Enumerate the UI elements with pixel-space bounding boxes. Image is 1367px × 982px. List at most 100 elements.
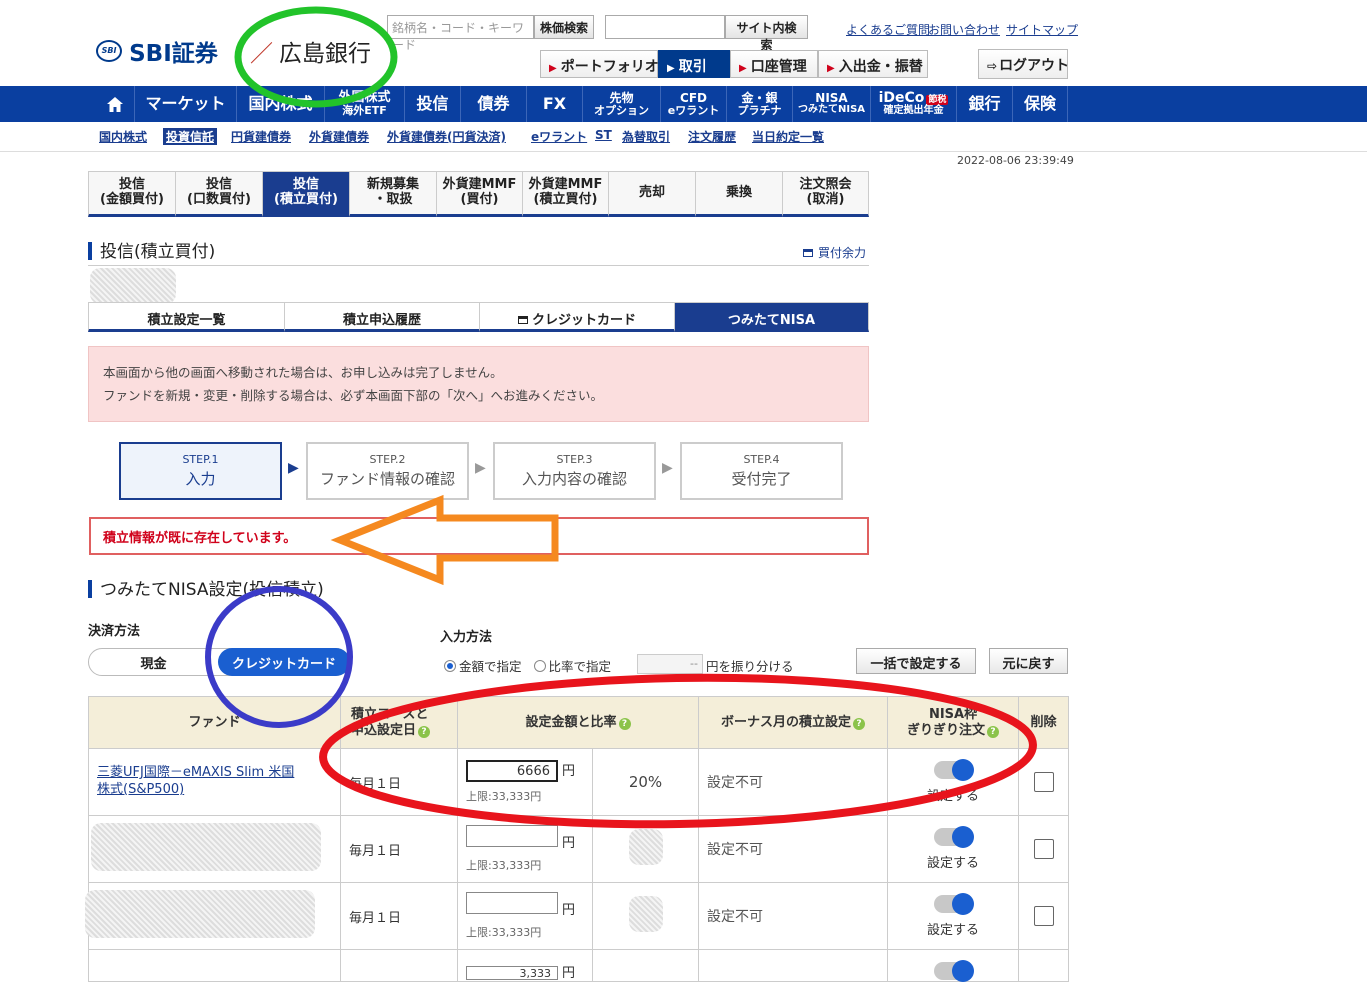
partner-bank-logo: ／広島銀行 [250, 34, 371, 68]
nisa-cell [887, 949, 1020, 982]
bulk-set-button[interactable]: 一括で設定する [856, 648, 976, 674]
ratio-cell [591, 815, 700, 883]
site-search-input[interactable] [605, 15, 725, 39]
portfolio-button[interactable]: ▶ ポートフォリオ [540, 50, 659, 78]
payment-cash-option[interactable]: 現金 [88, 648, 219, 676]
sublink-domestic-stock[interactable]: 国内株式 [99, 128, 147, 145]
stock-search-input[interactable]: 銘柄名・コード・キーワード [387, 15, 534, 52]
amount-input[interactable] [466, 825, 558, 847]
tab-order-inquiry[interactable]: 注文照会 (取消) [782, 171, 869, 217]
tab-switch[interactable]: 乗換 [695, 171, 783, 217]
sublink-today-executions[interactable]: 当日約定一覧 [752, 128, 824, 145]
nisa-toggle[interactable] [934, 825, 975, 848]
sublink-foreign-bonds-yen[interactable]: 外貨建債券(円貨決済) [387, 128, 506, 145]
delete-checkbox[interactable] [1033, 906, 1054, 926]
tab-foreign-mmf[interactable]: 外貨建MMF (買付) [436, 171, 523, 217]
tab-fund-units[interactable]: 投信 (口数買付) [175, 171, 263, 217]
sublink-investment-trust[interactable]: 投資信託 [163, 128, 218, 145]
triangle-icon: ▶ [667, 63, 675, 74]
sublink-order-history[interactable]: 注文履歴 [688, 128, 736, 145]
step-1: STEP.1 入力 [119, 442, 282, 500]
subtab-credit-card[interactable]: クレジットカード [479, 302, 675, 332]
tab-sell[interactable]: 売却 [608, 171, 696, 217]
delete-checkbox[interactable] [1033, 839, 1054, 859]
course-cell: 毎月１日 [340, 882, 458, 950]
deposit-transfer-button[interactable]: ▶ 入出金・振替 [818, 50, 928, 78]
sitemap-link[interactable]: サイトマップ [1006, 21, 1078, 38]
subtab-settings-list[interactable]: 積立設定一覧 [88, 302, 285, 332]
nav-market[interactable]: マーケット [134, 86, 236, 122]
distribute-amount-input[interactable]: -- [637, 654, 703, 674]
nav-funds[interactable]: 投信 [404, 86, 460, 122]
delete-checkbox[interactable] [1033, 772, 1054, 792]
nav-nisa[interactable]: NISA つみたてNISA [792, 86, 870, 122]
nisa-toggle[interactable] [934, 960, 975, 982]
faq-link[interactable]: よくあるご質問 [846, 21, 930, 38]
fund-cell: 三菱UFJ国際－eMAXIS Slim 米国 株式(S&P500) [88, 748, 341, 816]
fund-table: ファンド 積立コースと 申込設定日? 設定金額と比率? ボーナス月の積立設定? N… [85, 696, 1070, 982]
sublink-foreign-bonds[interactable]: 外貨建債券 [309, 128, 369, 145]
sublink-yen-bonds[interactable]: 円貨建債券 [231, 128, 291, 145]
subtab-application-history[interactable]: 積立申込履歴 [284, 302, 480, 332]
step-arrow-icon: ▶ [475, 460, 486, 476]
bonus-cell [698, 949, 889, 982]
nav-cfd[interactable]: CFD eワラント [660, 86, 726, 122]
help-icon[interactable]: ? [618, 717, 631, 730]
redacted-ratio [628, 896, 663, 932]
error-message: 積立情報が既に存在しています。 [89, 517, 869, 555]
nisa-cell: 設定する [887, 815, 1020, 883]
redacted-fund-name [85, 890, 315, 938]
reset-button[interactable]: 元に戻す [989, 648, 1068, 674]
payment-credit-option[interactable]: クレジットカード [218, 648, 350, 676]
amount-input[interactable] [466, 892, 558, 914]
settings-title: つみたてNISA設定(投信積立) [88, 575, 324, 600]
logout-button[interactable]: ⇨ ログアウト [978, 49, 1069, 79]
fund-cell [85, 882, 341, 950]
table-row: 三菱UFJ国際－eMAXIS Slim 米国 株式(S&P500) 毎月１日 66… [88, 748, 1070, 816]
help-icon[interactable]: ? [418, 725, 431, 738]
fund-cell [88, 949, 341, 982]
tab-fund-amount[interactable]: 投信 (金額買付) [88, 171, 176, 217]
stock-search-button[interactable]: 株価検索 [534, 15, 594, 39]
sublink-fx-trade[interactable]: 為替取引 [622, 128, 670, 145]
trade-button[interactable]: ▶ 取引 [658, 50, 730, 78]
amount-cell: 円 上限:33,333円 [457, 882, 593, 950]
redacted-account-name [90, 268, 176, 304]
nav-bank[interactable]: 銀行 [956, 86, 1012, 122]
account-button[interactable]: ▶ 口座管理 [730, 50, 818, 78]
triangle-icon: ▶ [549, 63, 557, 74]
contact-link[interactable]: お問い合わせ [928, 21, 1000, 38]
nav-fx[interactable]: FX [526, 86, 582, 122]
nav-foreign-stock[interactable]: 外国株式 海外ETF [324, 86, 404, 122]
nisa-toggle[interactable] [934, 758, 975, 781]
nav-insurance[interactable]: 保険 [1012, 86, 1068, 122]
tab-foreign-mmf-accumulation[interactable]: 外貨建MMF (積立買付) [522, 171, 609, 217]
radio-amount[interactable]: 金額で指定 [444, 659, 522, 674]
nisa-toggle[interactable] [934, 892, 975, 915]
nav-bonds[interactable]: 債券 [460, 86, 526, 122]
nav-ideco[interactable]: iDeCo 節税 確定拠出年金 [870, 86, 956, 122]
amount-input[interactable]: 3,333 [466, 966, 558, 980]
help-icon[interactable]: ? [987, 725, 1000, 738]
bonus-cell: 設定不可 [698, 815, 889, 883]
input-method-label: 入力方法 [440, 630, 493, 645]
radio-ratio[interactable]: 比率で指定 [533, 659, 611, 674]
site-search-button[interactable]: サイト内検索 [725, 15, 808, 52]
nav-gold[interactable]: 金・銀 プラチナ [726, 86, 792, 122]
nav-futures[interactable]: 先物 オプション [582, 86, 660, 122]
tab-fund-accumulation[interactable]: 投信 (積立買付) [262, 171, 350, 217]
sublink-st[interactable]: ST [595, 128, 612, 142]
buying-power-link[interactable]: 買付余力 [803, 244, 866, 261]
ratio-cell [591, 882, 700, 950]
help-icon[interactable]: ? [853, 717, 866, 730]
home-icon[interactable] [96, 86, 134, 122]
logout-icon: ⇨ [987, 59, 998, 73]
tab-new-offering[interactable]: 新規募集 ・取扱 [349, 171, 437, 217]
subtab-tsumitate-nisa[interactable]: つみたてNISA [674, 302, 869, 332]
nav-domestic-stock[interactable]: 国内株式 [236, 86, 324, 122]
delete-cell [1018, 815, 1070, 883]
amount-input[interactable]: 6666 [466, 760, 558, 782]
sbi-logo[interactable]: SBI SBI証券 [96, 34, 218, 68]
sublink-ewarrant[interactable]: eワラント [531, 128, 587, 145]
fund-link[interactable]: 三菱UFJ国際－eMAXIS Slim 米国 株式(S&P500) [89, 765, 340, 799]
